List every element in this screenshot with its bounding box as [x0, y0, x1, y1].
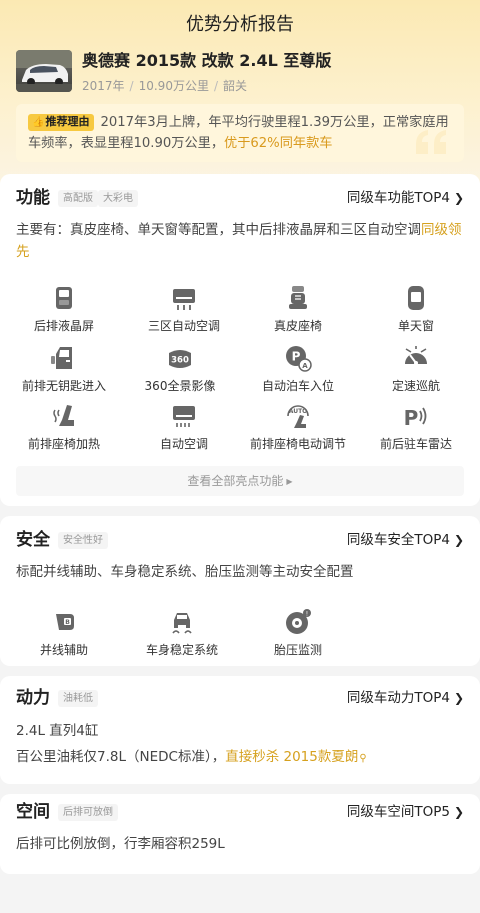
features-title: 功能 — [16, 188, 50, 208]
car-name: 奥德赛 2015款 改款 2.4L 至尊版 — [82, 51, 332, 70]
feature-cruise-control: 定速巡航 — [356, 344, 476, 394]
chevron-right-icon: ❯ — [453, 191, 464, 205]
search-icon: ⚲ — [359, 753, 367, 764]
keyless-entry-icon — [51, 347, 72, 369]
thumbs-up-icon: 👍 — [32, 117, 45, 128]
leather-seat-icon — [289, 286, 307, 309]
safety-lane-assist: B 并线辅助 — [4, 608, 124, 658]
car-summary: 奥德赛 2015款 改款 2.4L 至尊版 2017年/10.90万公里 / 韶关 — [16, 50, 331, 96]
rear-screen-icon — [56, 287, 72, 309]
space-card: 空间 后排可放倒 同级车空间TOP5 ❯ 后排可比例放倒，行李厢容积259L — [0, 794, 480, 874]
svg-text:!: ! — [306, 611, 308, 618]
car-meta: 2017年/10.90万公里 / 韶关 — [82, 79, 248, 93]
camera-360-icon: 360 — [169, 350, 191, 368]
power-card: 动力 油耗低 同级车动力TOP4 ❯ 2.4L 直列4缸 百公里油耗仅7.8L（N… — [0, 676, 480, 784]
power-seat-icon: AUTO — [287, 405, 309, 428]
chevron-right-icon: ❯ — [453, 805, 464, 819]
power-engine: 2.4L 直列4缸 — [16, 723, 99, 739]
chevron-right-icon: ❯ — [453, 533, 464, 547]
power-title: 动力 — [16, 688, 50, 708]
car-thumbnail — [16, 50, 72, 92]
svg-text:AUTO: AUTO — [289, 408, 308, 415]
svg-text:P: P — [404, 406, 419, 430]
feature-power-seat: AUTO 前排座椅电动调节 — [238, 402, 358, 452]
space-tag: 后排可放倒 — [58, 804, 118, 821]
safety-desc: 标配并线辅助、车身稳定系统、胎压监测等主动安全配置 — [16, 564, 354, 580]
car-year: 2017年 — [82, 79, 125, 93]
stability-icon — [172, 613, 192, 634]
reason-highlight: 优于62%同年款车 — [224, 136, 333, 151]
safety-stability: 车身稳定系统 — [122, 608, 242, 658]
cruise-control-icon — [405, 346, 427, 365]
page-title: 优势分析报告 — [186, 14, 294, 35]
feature-sunroof: 单天窗 — [356, 284, 476, 334]
feature-leather-seat: 真皮座椅 — [238, 284, 358, 334]
feature-auto-parking: PA 自动泊车入位 — [238, 344, 358, 394]
feature-360-camera: 360 360全景影像 — [120, 344, 240, 394]
car-location: 韶关 — [223, 79, 248, 93]
sunroof-icon — [408, 286, 424, 310]
triangle-right-icon: ▶ — [286, 477, 293, 486]
feature-keyless-entry: 前排无钥匙进入 — [4, 344, 124, 394]
view-all-features-button[interactable]: 查看全部亮点功能 ▶ — [16, 466, 464, 496]
lane-assist-icon: B — [56, 614, 74, 630]
features-card: 功能 高配版 大彩电 同级车功能TOP4 ❯ 主要有：真皮座椅、单天窗等配置，其中… — [0, 174, 480, 506]
climate-3zone-icon — [173, 289, 195, 310]
features-rank-link[interactable]: 同级车功能TOP4 ❯ — [347, 188, 464, 208]
chevron-right-icon: ❯ — [453, 691, 464, 705]
space-title: 空间 — [16, 802, 50, 822]
tire-pressure-icon: ! — [286, 609, 311, 634]
safety-title: 安全 — [16, 530, 50, 550]
quote-decoration-icon — [416, 130, 446, 154]
power-fuel: 百公里油耗仅7.8L（NEDC标准），直接秒杀 2015款夏朗⚲ — [16, 749, 367, 765]
hero-banner: 优势分析报告 奥德赛 2015款 改款 2.4L 至尊版 2017年/10.90… — [0, 0, 480, 190]
safety-rank-link[interactable]: 同级车安全TOP4 ❯ — [347, 530, 464, 550]
safety-card: 安全 安全性好 同级车安全TOP4 ❯ 标配并线辅助、车身稳定系统、胎压监测等主动… — [0, 516, 480, 666]
space-rank-link[interactable]: 同级车空间TOP5 ❯ — [347, 802, 464, 822]
power-tag: 油耗低 — [58, 690, 98, 707]
svg-text:360: 360 — [171, 356, 189, 366]
svg-text:A: A — [302, 362, 308, 370]
recommend-tag: 👍推荐理由 — [28, 114, 95, 131]
features-tag-1: 高配版 — [58, 190, 98, 207]
feature-seat-heating: 前排座椅加热 — [4, 402, 124, 452]
seat-heating-icon — [53, 405, 74, 426]
recommend-reason: 👍推荐理由 2017年3月上牌，年平均行驶里程1.39万公里，正常家庭用车频率，表… — [16, 104, 464, 162]
car-mileage: 10.90万公里 — [138, 79, 209, 93]
feature-auto-ac: 自动空调 — [124, 402, 244, 452]
feature-three-zone-ac: 三区自动空调 — [124, 284, 244, 334]
safety-tag: 安全性好 — [58, 532, 108, 549]
feature-parking-radar: P 前后驻车雷达 — [356, 402, 476, 452]
feature-rear-screen: 后排液晶屏 — [4, 284, 124, 334]
features-desc: 主要有：真皮座椅、单天窗等配置，其中后排液晶屏和三区自动空调同级领先 — [16, 222, 462, 260]
safety-tire-pressure: ! 胎压监测 — [238, 608, 358, 658]
parking-radar-icon: P — [404, 406, 427, 430]
features-tag-2: 大彩电 — [98, 190, 138, 207]
space-desc: 后排可比例放倒，行李厢容积259L — [16, 836, 225, 852]
power-compare-link[interactable]: 直接秒杀 2015款夏朗⚲ — [225, 749, 366, 765]
svg-text:P: P — [292, 350, 301, 364]
svg-text:B: B — [65, 619, 70, 626]
auto-ac-icon — [173, 406, 195, 427]
power-rank-link[interactable]: 同级车动力TOP4 ❯ — [347, 688, 464, 708]
auto-parking-icon: PA — [286, 346, 312, 372]
